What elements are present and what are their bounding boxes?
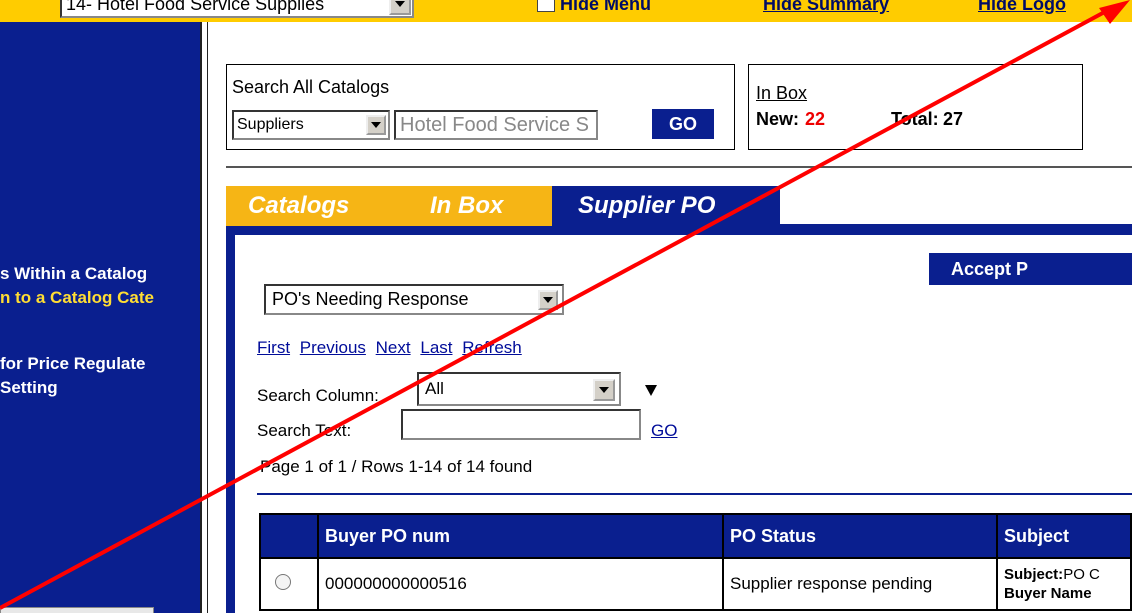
po-status-cell: Supplier response pending bbox=[722, 557, 998, 611]
search-scope-value: Suppliers bbox=[237, 116, 304, 133]
table-header-row: Buyer PO num PO Status Subject bbox=[259, 513, 1132, 559]
catalog-select-value: 14- Hotel Food Service Supplies bbox=[66, 0, 325, 14]
sidebar-item-catalog-category[interactable]: n to a Catalog Cate bbox=[0, 288, 154, 308]
search-catalogs-panel: Search All Catalogs Suppliers Hotel Food… bbox=[226, 64, 735, 150]
buyer-po-num-cell: 000000000000516 bbox=[317, 557, 724, 611]
po-filter-value: PO's Needing Response bbox=[272, 289, 469, 309]
subject-header[interactable]: Subject bbox=[996, 513, 1132, 559]
search-column-label: Search Column: bbox=[257, 386, 379, 405]
pager: First Previous Next Last Refresh bbox=[257, 338, 527, 358]
sidebar: s Within a Catalog n to a Catalog Cate f… bbox=[0, 22, 200, 613]
row-select-cell bbox=[259, 557, 319, 611]
search-column-value: All bbox=[425, 379, 444, 398]
divider-line bbox=[226, 166, 1132, 168]
hide-menu-checkbox[interactable] bbox=[537, 0, 555, 12]
chevron-down-icon[interactable] bbox=[538, 290, 558, 310]
po-table: Buyer PO num PO Status Subject 000000000… bbox=[259, 513, 1132, 611]
buyer-po-num-header[interactable]: Buyer PO num bbox=[317, 513, 724, 559]
inbox-link[interactable]: In Box bbox=[756, 83, 807, 104]
search-text-label: Search Text: bbox=[257, 421, 352, 440]
pager-refresh-link[interactable]: Refresh bbox=[462, 338, 522, 357]
search-scope-select[interactable]: Suppliers bbox=[232, 110, 390, 140]
hide-menu-label[interactable]: Hide Menu bbox=[560, 0, 651, 15]
pager-next-link[interactable]: Next bbox=[376, 338, 411, 357]
search-go-button[interactable]: GO bbox=[652, 109, 714, 139]
tab-catalogs[interactable]: Catalogs bbox=[226, 186, 404, 226]
table-row[interactable]: 000000000000516 Supplier response pendin… bbox=[259, 557, 1132, 611]
pager-last-link[interactable]: Last bbox=[420, 338, 452, 357]
pager-previous-link[interactable]: Previous bbox=[300, 338, 366, 357]
inbox-total-label: Total: bbox=[891, 109, 939, 129]
po-filter-select[interactable]: PO's Needing Response bbox=[264, 284, 564, 315]
tab-supplier-po[interactable]: Supplier PO bbox=[552, 186, 780, 226]
search-controls: Suppliers Hotel Food Service S bbox=[232, 110, 613, 140]
subject-label: Subject: bbox=[1004, 566, 1064, 583]
search-text-input[interactable] bbox=[401, 409, 641, 440]
pager-first-link[interactable]: First bbox=[257, 338, 290, 357]
chevron-down-icon[interactable] bbox=[389, 0, 411, 15]
divider-line bbox=[257, 493, 1132, 495]
rows-found-status: Page 1 of 1 / Rows 1-14 of 14 found bbox=[260, 457, 533, 476]
po-status-header[interactable]: PO Status bbox=[722, 513, 998, 559]
row-select-radio[interactable] bbox=[275, 573, 291, 590]
buyer-name-label: Buyer Name bbox=[1004, 585, 1092, 602]
subject-cell: Subject:PO C Buyer Name bbox=[996, 557, 1132, 611]
chevron-down-icon[interactable] bbox=[593, 379, 615, 401]
inbox-new-label: New: bbox=[756, 109, 800, 129]
sidebar-item-price-regulated[interactable]: for Price Regulate bbox=[0, 354, 146, 374]
supplier-po-content: Accept P PO's Needing Response First Pre… bbox=[235, 235, 1132, 613]
chevron-down-icon[interactable] bbox=[366, 115, 386, 135]
accept-po-button[interactable]: Accept P bbox=[929, 253, 1132, 285]
inbox-new-count: 22 bbox=[805, 109, 826, 129]
search-panel-title: Search All Catalogs bbox=[232, 77, 390, 97]
inbox-summary-panel: In Box New: 22 Total: 27 bbox=[748, 64, 1083, 150]
catalog-select[interactable]: 14- Hotel Food Service Supplies bbox=[60, 0, 414, 18]
sidebar-item-search-within-catalog[interactable]: s Within a Catalog bbox=[0, 264, 147, 284]
sidebar-item-setting[interactable]: Setting bbox=[0, 378, 58, 398]
subject-value: PO C bbox=[1063, 566, 1100, 583]
tab-inbox[interactable]: In Box bbox=[404, 186, 552, 226]
sort-down-icon[interactable] bbox=[645, 385, 657, 396]
inbox-total-count: 27 bbox=[943, 109, 964, 129]
search-input[interactable]: Hotel Food Service S bbox=[394, 110, 598, 140]
top-toolbar: 14- Hotel Food Service Supplies Hide Men… bbox=[0, 0, 1132, 22]
supplier-po-panel: Accept P PO's Needing Response First Pre… bbox=[226, 226, 1132, 613]
search-column-select[interactable]: All bbox=[417, 372, 621, 406]
frame-divider[interactable] bbox=[200, 22, 208, 613]
hide-summary-link[interactable]: Hide Summary bbox=[763, 0, 889, 15]
hide-logo-link[interactable]: Hide Logo bbox=[978, 0, 1066, 15]
sidebar-bottom-control[interactable] bbox=[0, 607, 154, 613]
search-text-go-link[interactable]: GO bbox=[651, 421, 677, 441]
select-column-header bbox=[259, 513, 319, 559]
